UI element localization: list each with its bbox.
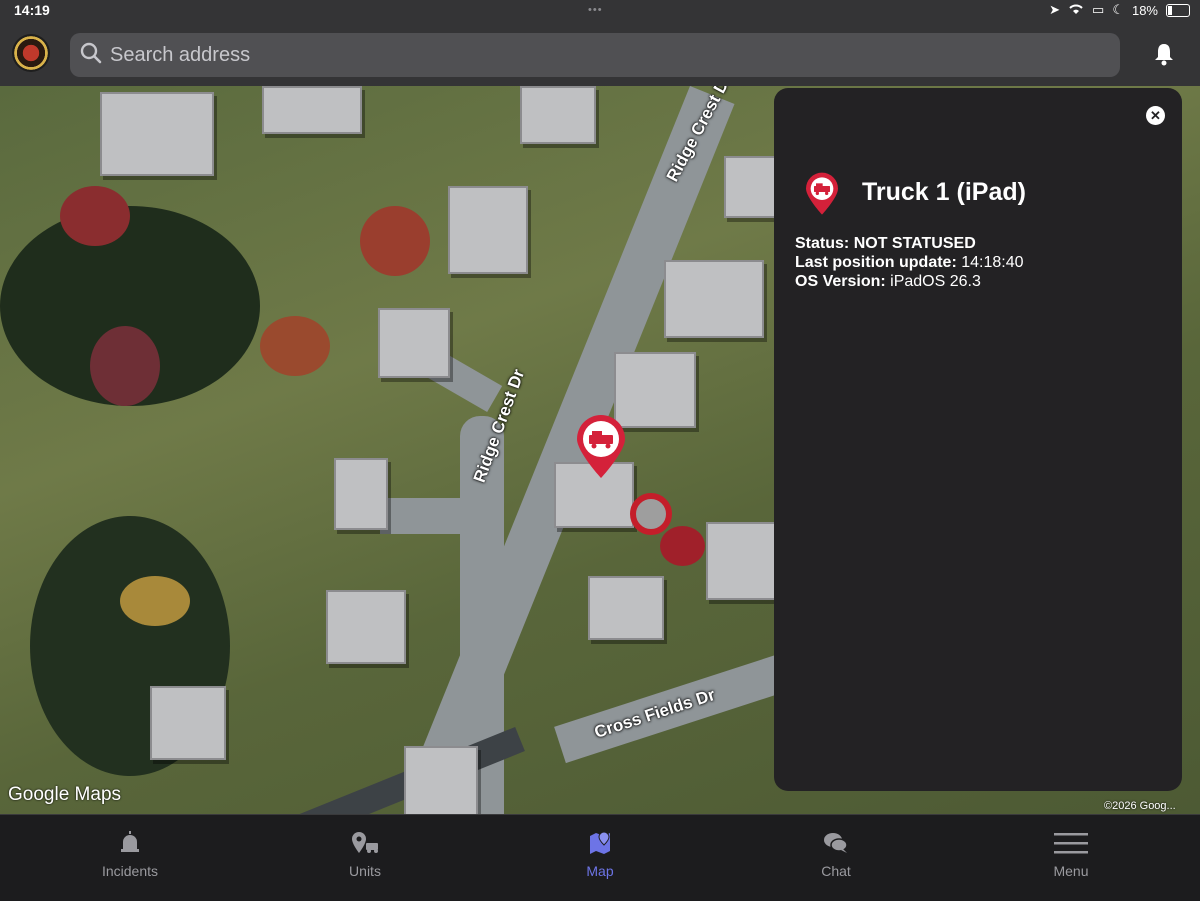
moon-icon: ☾ [1112,2,1124,17]
house [150,686,226,760]
battery-icon [1166,3,1190,17]
tree-autumn [90,326,160,406]
tab-label: Incidents [101,863,159,879]
truck-marker-icon [804,172,840,221]
house [334,458,388,530]
house [724,156,776,218]
house [100,92,214,176]
unit-info: Status: NOT STATUSED Last position updat… [795,234,1024,291]
units-location-icon [350,831,380,860]
status-icons: ➤ ▭ ☾ 18% [1049,2,1190,18]
house [706,522,776,600]
tab-incidents[interactable]: Incidents [12,815,248,901]
user-location-marker[interactable] [630,493,672,535]
position-row: Last position update: 14:18:40 [795,253,1024,272]
tree-autumn [360,206,430,276]
map-copyright: ©2026 Goog... [1104,800,1176,812]
house [326,590,406,664]
screen-mirror-icon: ▭ [1092,2,1105,17]
battery-percent: 18% [1131,2,1158,18]
search-input[interactable]: Search address [110,44,250,67]
tree-autumn [120,576,190,626]
position-value: 14:18:40 [961,254,1024,271]
close-icon[interactable]: ✕ [1146,106,1165,125]
wifi-icon [1068,3,1084,18]
tree-autumn [60,186,130,246]
tab-chat[interactable]: Chat [718,815,954,901]
tab-label: Map [586,863,614,879]
multitasking-dots[interactable]: ••• [588,4,603,16]
driveway [380,498,460,534]
house [664,260,764,338]
house [520,86,596,144]
status-value: NOT STATUSED [853,235,976,252]
os-value: iPadOS 26.3 [890,273,981,290]
chat-bubbles-icon [823,831,849,860]
house [404,746,478,814]
tab-menu[interactable]: Menu [953,815,1189,901]
house [588,576,664,640]
unit-title: Truck 1 (iPad) [862,178,1026,206]
hamburger-menu-icon [1054,831,1088,860]
fire-department-logo [12,34,50,72]
status-bar: 14:19 ••• ➤ ▭ ☾ 18% [0,0,1200,22]
os-label: OS Version: [795,273,886,290]
tree-autumn [660,526,705,566]
house [378,308,450,378]
house [262,86,362,134]
tab-units[interactable]: Units [247,815,483,901]
top-header: Search address [0,22,1200,86]
tab-map[interactable]: Map [482,815,718,901]
position-label: Last position update: [795,254,957,271]
search-icon [80,42,102,69]
tab-bar: Incidents Units Map Chat Menu [0,814,1200,901]
tree-autumn [260,316,330,376]
notifications-bell-icon[interactable] [1152,42,1176,71]
status-time: 14:19 [14,2,50,18]
google-maps-attribution: Google Maps [8,784,122,805]
os-row: OS Version: iPadOS 26.3 [795,272,1024,291]
tab-label: Chat [821,863,851,879]
search-bar[interactable]: Search address [70,33,1120,77]
unit-detail-panel: ✕ Truck 1 (iPad) Status: NOT STATUSED La… [774,88,1182,791]
alarm-bell-icon [119,831,141,860]
truck-map-marker[interactable] [574,414,628,485]
location-arrow-icon: ➤ [1049,2,1061,17]
status-row: Status: NOT STATUSED [795,234,1024,253]
house [448,186,528,274]
tab-label: Menu [1053,863,1089,879]
map-pin-icon [588,831,612,860]
status-label: Status: [795,235,850,252]
tab-label: Units [349,863,381,879]
